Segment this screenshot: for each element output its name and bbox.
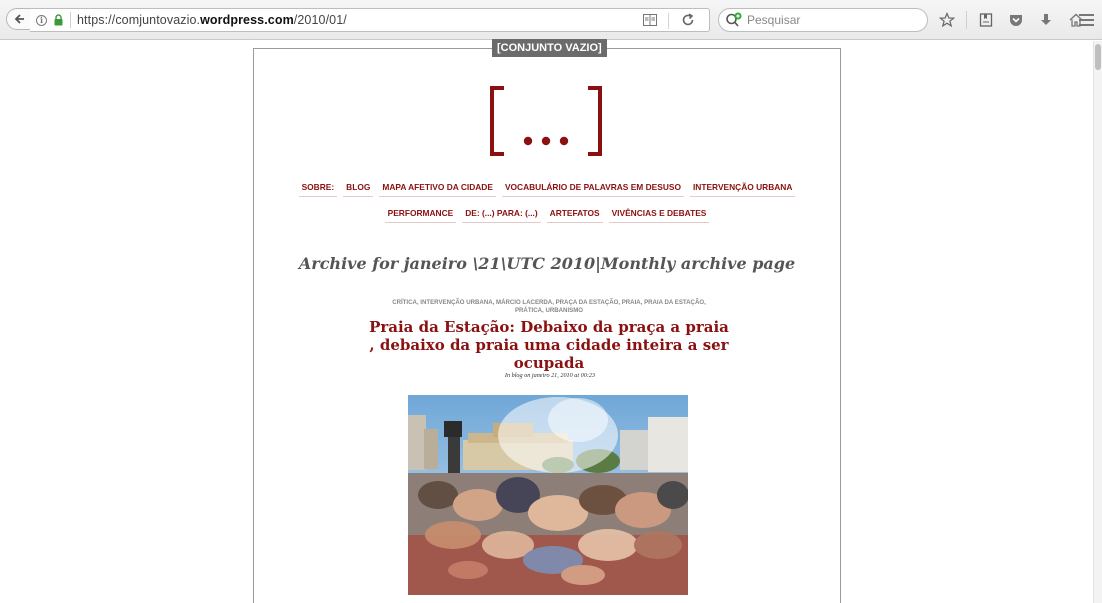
bracket-ellipsis-logo-icon: [490, 86, 602, 156]
reload-icon[interactable]: [681, 13, 695, 27]
download-arrow-icon: [1041, 14, 1051, 25]
post-meta: In blog on janeiro 21, 2010 at 00:23: [504, 372, 596, 379]
nav-row-1: SOBRE: BLOG MAPA AFETIVO DA CIDADE VOCAB…: [253, 180, 841, 197]
nav-item-artefatos[interactable]: ARTEFATOS: [546, 206, 603, 223]
site-logo[interactable]: [490, 86, 602, 156]
toolbar-icons: [936, 8, 1095, 32]
nav-item-blog[interactable]: BLOG: [343, 180, 374, 197]
pocket-button[interactable]: [1005, 9, 1027, 31]
search-bar[interactable]: Pesquisar: [718, 8, 928, 32]
post-categories[interactable]: CRÍTICA, INTERVENÇÃO URBANA, MÁRCIO LACE…: [378, 299, 720, 314]
page-scrollbar[interactable]: [1093, 41, 1102, 603]
browser-toolbar: i https://comjuntovazio.wordpress.com/20…: [0, 0, 1102, 40]
info-icon[interactable]: i: [36, 14, 47, 26]
nav-item-vocabulario[interactable]: VOCABULÁRIO DE PALAVRAS EM DESUSO: [501, 180, 684, 197]
search-engine-icon[interactable]: [725, 12, 743, 28]
lock-icon: [54, 14, 63, 26]
search-placeholder: Pesquisar: [747, 13, 801, 27]
url-domain: wordpress.com: [200, 13, 294, 27]
nav-item-de-para[interactable]: DE: (...) PARA: (...): [462, 206, 541, 223]
beach-crowd-photo-image: [408, 395, 688, 595]
url-divider: [668, 13, 669, 29]
post-photo[interactable]: [408, 395, 688, 595]
reader-view-icon[interactable]: [643, 14, 657, 26]
bookmarks-list-icon: [979, 13, 993, 27]
bookmark-star-button[interactable]: [936, 9, 958, 31]
back-button[interactable]: [6, 8, 32, 30]
address-bar[interactable]: i https://comjuntovazio.wordpress.com/20…: [30, 8, 710, 32]
nav-item-sobre[interactable]: SOBRE:: [298, 180, 338, 197]
downloads-button[interactable]: [1035, 9, 1057, 31]
nav-row-2: PERFORMANCE DE: (...) PARA: (...) ARTEFA…: [253, 206, 841, 223]
url-text[interactable]: https://comjuntovazio.wordpress.com/2010…: [77, 13, 347, 27]
back-arrow-icon: [14, 14, 24, 24]
url-prefix: https://comjuntovazio.: [77, 13, 201, 27]
pocket-icon: [1010, 15, 1022, 26]
star-icon: [939, 12, 955, 28]
archive-title: Archive for janeiro \21\UTC 2010|Monthly…: [298, 254, 796, 273]
hamburger-menu-icon[interactable]: [1078, 10, 1096, 30]
nav-item-mapa-afetivo[interactable]: MAPA AFETIVO DA CIDADE: [379, 180, 496, 197]
url-suffix: /2010/01/: [293, 13, 347, 27]
post-title[interactable]: Praia da Estação: Debaixo da praça a pra…: [368, 318, 730, 372]
bookmarks-menu-button[interactable]: [975, 9, 997, 31]
site-tag[interactable]: [CONJUNTO VAZIO]: [492, 39, 607, 57]
toolbar-separator: [966, 11, 967, 29]
scrollbar-thumb[interactable]: [1095, 44, 1101, 70]
nav-item-performance[interactable]: PERFORMANCE: [384, 206, 457, 223]
url-separator: [70, 12, 71, 28]
nav-item-intervencao-urbana[interactable]: INTERVENÇÃO URBANA: [689, 180, 796, 197]
nav-item-vivencias-debates[interactable]: VIVÊNCIAS E DEBATES: [608, 206, 710, 223]
